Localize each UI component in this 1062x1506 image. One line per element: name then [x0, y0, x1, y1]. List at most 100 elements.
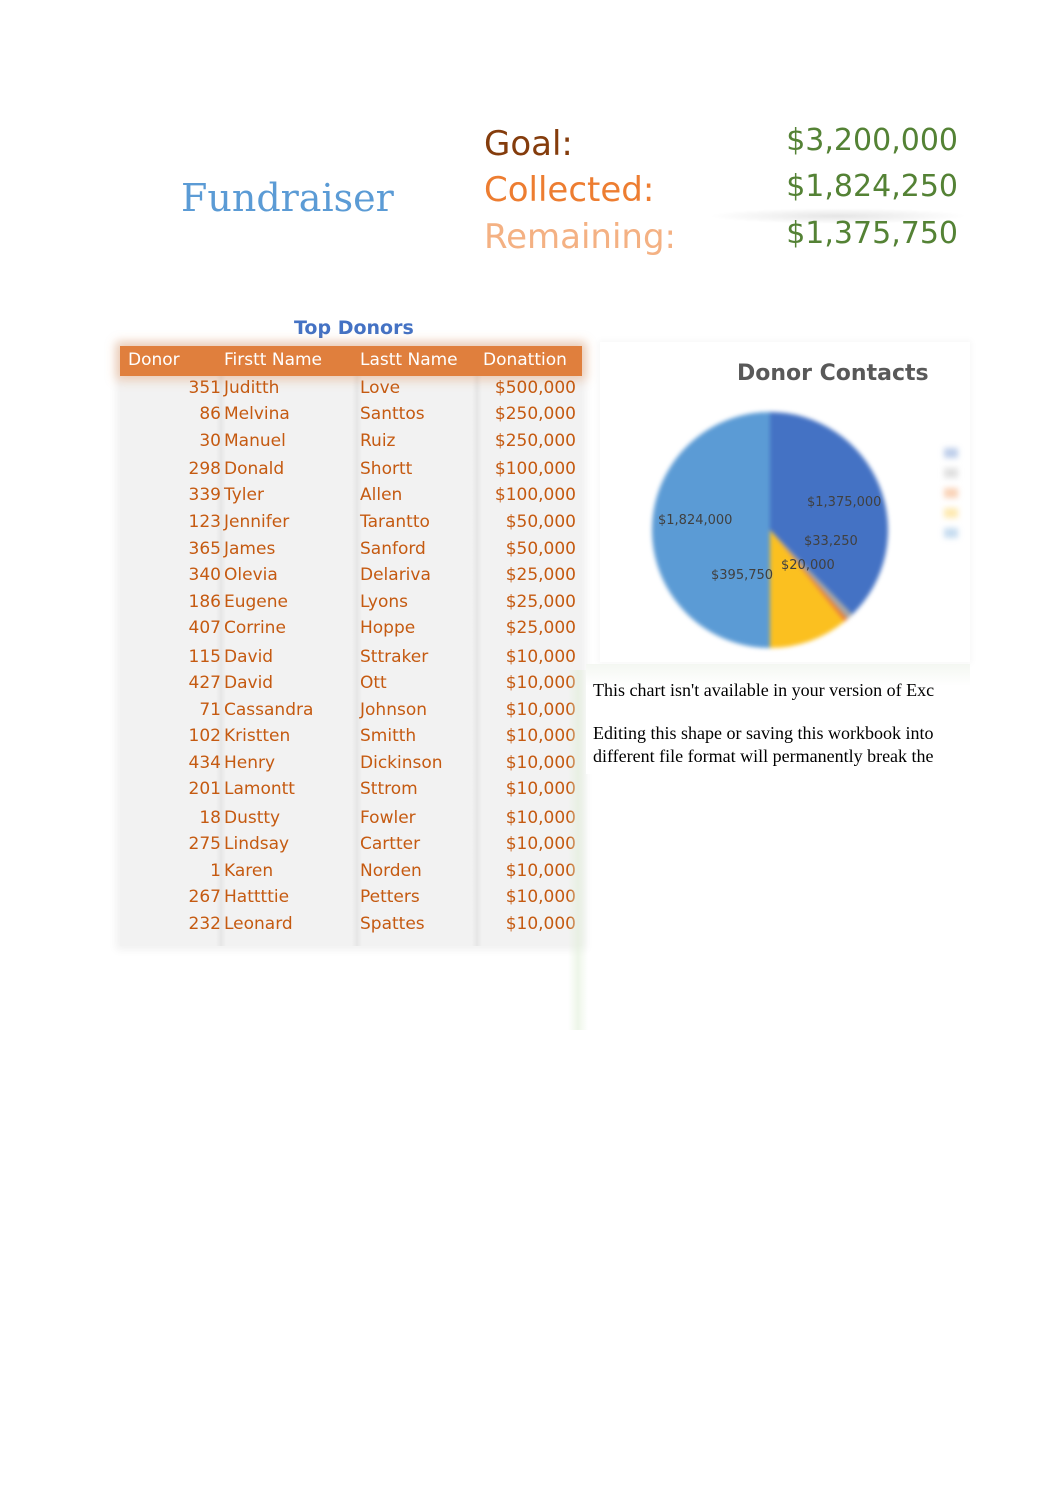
donor-id-cell[interactable]: 427 — [189, 673, 221, 693]
first-name-cell[interactable]: Henry — [224, 753, 275, 773]
last-name-cell[interactable]: Ott — [360, 673, 387, 693]
first-name-cell[interactable]: Karen — [224, 861, 273, 881]
donor-id-cell[interactable]: 340 — [189, 565, 221, 585]
table-row[interactable]: 267 Hattttie Petters $10,000 — [120, 887, 582, 913]
donor-id-cell[interactable]: 115 — [189, 647, 221, 667]
table-row[interactable]: 340 Olevia Delariva $25,000 — [120, 565, 582, 591]
donation-cell[interactable]: $50,000 — [506, 512, 576, 532]
table-row[interactable]: 427 David Ott $10,000 — [120, 673, 582, 699]
donor-id-cell[interactable]: 351 — [189, 378, 221, 398]
donor-id-cell[interactable]: 1 — [210, 861, 221, 881]
table-row[interactable]: 275 Lindsay Cartter $10,000 — [120, 834, 582, 860]
first-name-cell[interactable]: Dustty — [224, 808, 280, 828]
donor-id-cell[interactable]: 186 — [189, 592, 221, 612]
last-name-cell[interactable]: Johnson — [360, 700, 427, 720]
last-name-cell[interactable]: Love — [360, 378, 400, 398]
table-row[interactable]: 186 Eugene Lyons $25,000 — [120, 592, 582, 618]
pie-slice[interactable] — [652, 412, 770, 648]
last-name-cell[interactable]: Allen — [360, 485, 402, 505]
donor-id-cell[interactable]: 71 — [199, 700, 221, 720]
donor-id-cell[interactable]: 275 — [189, 834, 221, 854]
donation-cell[interactable]: $10,000 — [506, 914, 576, 934]
donation-cell[interactable]: $500,000 — [495, 378, 576, 398]
first-name-cell[interactable]: Tyler — [224, 485, 264, 505]
last-name-cell[interactable]: Hoppe — [360, 618, 415, 638]
last-name-cell[interactable]: Cartter — [360, 834, 420, 854]
column-header-first-name[interactable]: Firstt Name — [224, 350, 322, 370]
first-name-cell[interactable]: Lindsay — [224, 834, 289, 854]
donation-cell[interactable]: $10,000 — [506, 834, 576, 854]
first-name-cell[interactable]: James — [224, 539, 275, 559]
last-name-cell[interactable]: Delariva — [360, 565, 431, 585]
donor-id-cell[interactable]: 86 — [199, 404, 221, 424]
table-row[interactable]: 407 Corrine Hoppe $25,000 — [120, 618, 582, 644]
first-name-cell[interactable]: Eugene — [224, 592, 288, 612]
first-name-cell[interactable]: David — [224, 647, 273, 667]
last-name-cell[interactable]: Ruiz — [360, 431, 395, 451]
donor-id-cell[interactable]: 123 — [189, 512, 221, 532]
donation-cell[interactable]: $10,000 — [506, 887, 576, 907]
first-name-cell[interactable]: Corrine — [224, 618, 286, 638]
table-row[interactable]: 232 Leonard Spattes $10,000 — [120, 914, 582, 940]
last-name-cell[interactable]: Sttrom — [360, 779, 418, 799]
last-name-cell[interactable]: Spattes — [360, 914, 425, 934]
pie-chart[interactable] — [648, 408, 892, 652]
donor-id-cell[interactable]: 365 — [189, 539, 221, 559]
donor-id-cell[interactable]: 407 — [189, 618, 221, 638]
first-name-cell[interactable]: Kristten — [224, 726, 290, 746]
donation-cell[interactable]: $25,000 — [506, 565, 576, 585]
first-name-cell[interactable]: Lamontt — [224, 779, 295, 799]
table-row[interactable]: 298 Donald Shortt $100,000 — [120, 459, 582, 485]
donor-id-cell[interactable]: 232 — [189, 914, 221, 934]
donation-cell[interactable]: $10,000 — [506, 779, 576, 799]
donor-id-cell[interactable]: 339 — [189, 485, 221, 505]
first-name-cell[interactable]: Olevia — [224, 565, 278, 585]
donation-cell[interactable]: $50,000 — [506, 539, 576, 559]
column-header-donation[interactable]: Donattion — [483, 350, 567, 370]
donation-cell[interactable]: $10,000 — [506, 808, 576, 828]
first-name-cell[interactable]: Leonard — [224, 914, 293, 934]
first-name-cell[interactable]: Manuel — [224, 431, 286, 451]
last-name-cell[interactable]: Lyons — [360, 592, 408, 612]
donor-id-cell[interactable]: 434 — [189, 753, 221, 773]
donation-cell[interactable]: $100,000 — [495, 485, 576, 505]
table-row[interactable]: 434 Henry Dickinson $10,000 — [120, 753, 582, 779]
table-row[interactable]: 71 Cassandra Johnson $10,000 — [120, 700, 582, 726]
table-row[interactable]: 365 James Sanford $50,000 — [120, 539, 582, 565]
table-row[interactable]: 18 Dustty Fowler $10,000 — [120, 808, 582, 834]
table-row[interactable]: 86 Melvina Santtos $250,000 — [120, 404, 582, 430]
donation-cell[interactable]: $10,000 — [506, 673, 576, 693]
donation-cell[interactable]: $10,000 — [506, 726, 576, 746]
donation-cell[interactable]: $10,000 — [506, 753, 576, 773]
table-row[interactable]: 30 Manuel Ruiz $250,000 — [120, 431, 582, 457]
first-name-cell[interactable]: Donald — [224, 459, 284, 479]
first-name-cell[interactable]: Juditth — [224, 378, 279, 398]
donation-cell[interactable]: $10,000 — [506, 647, 576, 667]
donation-cell[interactable]: $25,000 — [506, 618, 576, 638]
last-name-cell[interactable]: Petters — [360, 887, 420, 907]
last-name-cell[interactable]: Norden — [360, 861, 422, 881]
first-name-cell[interactable]: Jennifer — [224, 512, 289, 532]
first-name-cell[interactable]: Cassandra — [224, 700, 313, 720]
table-row[interactable]: 123 Jennifer Tarantto $50,000 — [120, 512, 582, 538]
donor-id-cell[interactable]: 298 — [189, 459, 221, 479]
donor-id-cell[interactable]: 267 — [189, 887, 221, 907]
donor-id-cell[interactable]: 30 — [199, 431, 221, 451]
first-name-cell[interactable]: Hattttie — [224, 887, 289, 907]
table-row[interactable]: 115 David Sttraker $10,000 — [120, 647, 582, 673]
last-name-cell[interactable]: Sanford — [360, 539, 426, 559]
last-name-cell[interactable]: Fowler — [360, 808, 416, 828]
last-name-cell[interactable]: Smitth — [360, 726, 416, 746]
donor-id-cell[interactable]: 102 — [189, 726, 221, 746]
donor-id-cell[interactable]: 18 — [199, 808, 221, 828]
donation-cell[interactable]: $250,000 — [495, 431, 576, 451]
last-name-cell[interactable]: Dickinson — [360, 753, 443, 773]
table-row[interactable]: 351 Juditth Love $500,000 — [120, 378, 582, 404]
first-name-cell[interactable]: David — [224, 673, 273, 693]
table-row[interactable]: 1 Karen Norden $10,000 — [120, 861, 582, 887]
last-name-cell[interactable]: Tarantto — [360, 512, 430, 532]
column-header-last-name[interactable]: Lastt Name — [360, 350, 458, 370]
table-row[interactable]: 339 Tyler Allen $100,000 — [120, 485, 582, 511]
donor-id-cell[interactable]: 201 — [189, 779, 221, 799]
last-name-cell[interactable]: Shortt — [360, 459, 412, 479]
